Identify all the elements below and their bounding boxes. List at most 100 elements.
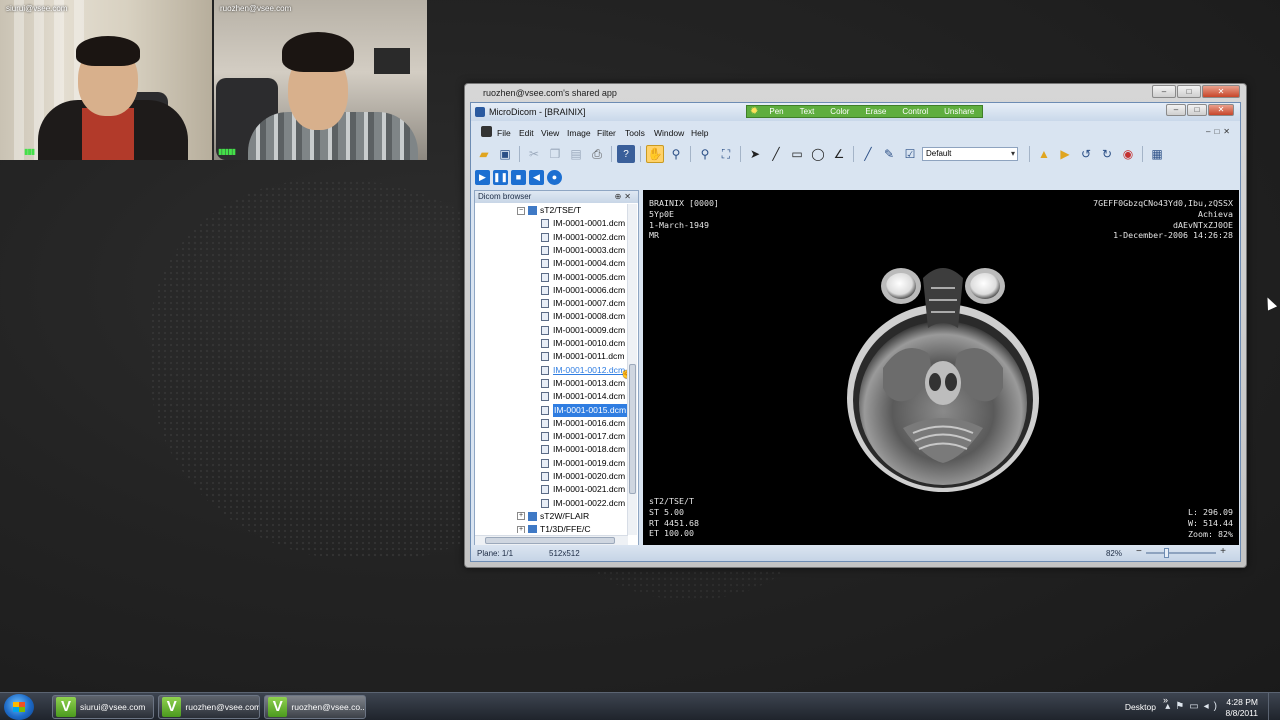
mdi-window-controls[interactable]: –□✕	[1206, 127, 1234, 136]
close-button[interactable]: ✕	[1208, 104, 1234, 116]
line-icon[interactable]: ╱	[767, 145, 785, 163]
save-icon[interactable]: ▣	[496, 145, 514, 163]
show-desktop-button[interactable]	[1268, 693, 1280, 720]
rectangle-icon[interactable]: ▭	[788, 145, 806, 163]
menu-tools[interactable]: Tools	[625, 128, 645, 138]
tree-file-item[interactable]: IM-0001-0011.dcm	[541, 350, 625, 363]
rotate-left-icon[interactable]: ↺	[1077, 145, 1095, 163]
tree-file-item[interactable]: IM-0001-0013.dcm	[541, 377, 625, 390]
tree-file-item[interactable]: IM-0001-0017.dcm	[541, 430, 625, 443]
clock[interactable]: 4:28 PM 8/8/2011	[1226, 697, 1258, 719]
next-icon[interactable]: ●	[547, 169, 562, 185]
zoom-icon[interactable]: ⚲	[667, 145, 685, 163]
zoom-slider[interactable]: − +	[1136, 546, 1226, 558]
taskbar-item-siurui[interactable]: V siurui@vsee.com	[52, 695, 154, 719]
stop-icon[interactable]: ■	[511, 169, 526, 185]
checklist-icon[interactable]: ☑	[901, 145, 919, 163]
tree-file-item[interactable]: IM-0001-0015.dcm	[541, 403, 628, 417]
tree-file-item[interactable]: IM-0001-0019.dcm	[541, 457, 625, 470]
close-button[interactable]: ✕	[1202, 85, 1240, 98]
maximize-button[interactable]: □	[1177, 85, 1201, 98]
panel-controls[interactable]: ⊕✕	[615, 191, 634, 203]
share-pen-button[interactable]: Pen	[761, 106, 791, 117]
ellipse-icon[interactable]: ◯	[809, 145, 827, 163]
share-control-button[interactable]: Control	[894, 106, 936, 117]
pointer-icon[interactable]: ➤	[746, 145, 764, 163]
share-text-button[interactable]: Text	[792, 106, 823, 117]
reset-icon[interactable]: ◉	[1119, 145, 1137, 163]
tree-file-item[interactable]: IM-0001-0014.dcm	[541, 390, 625, 403]
paste-icon[interactable]: ▤	[567, 145, 585, 163]
zoom-area-icon[interactable]: ⚲	[696, 145, 714, 163]
tree-file-item[interactable]: IM-0001-0001.dcm	[541, 217, 625, 230]
shared-app-window[interactable]: ruozhen@vsee.com's shared app – □ ✕ Micr…	[464, 83, 1247, 568]
menu-filter[interactable]: Filter	[597, 128, 616, 138]
play-icon[interactable]: ▶	[475, 169, 490, 185]
layout-icon[interactable]: ▦	[1148, 145, 1166, 163]
microdicom-window[interactable]: MicroDicom - [BRAINIX] ✹ Pen Text Color …	[470, 102, 1241, 562]
tree-file-item[interactable]: IM-0001-0020.dcm	[541, 470, 625, 483]
tree-file-item[interactable]: IM-0001-0003.dcm	[541, 244, 625, 257]
tree-file-item[interactable]: IM-0001-0004.dcm	[541, 257, 625, 270]
menu-help[interactable]: Help	[691, 128, 708, 138]
image-viewer[interactable]: BRAINIX [0000] 5Yp0E 1-March-1949 MR 7GE…	[643, 190, 1239, 546]
video-tile-ruozhen[interactable]: ruozhen@vsee.com ▮▮▮▮▮	[214, 0, 427, 160]
window-preset-select[interactable]: Default	[922, 147, 1018, 161]
tree-file-item[interactable]: IM-0001-0018.dcm	[541, 443, 625, 456]
share-unshare-button[interactable]: Unshare	[936, 106, 982, 117]
help-icon[interactable]: ?	[617, 145, 635, 163]
tree-file-item[interactable]: IM-0001-0005.dcm	[541, 271, 625, 284]
taskbar-item-shared-app[interactable]: V ruozhen@vsee.co...	[264, 695, 366, 719]
taskbar-item-ruozhen[interactable]: V ruozhen@vsee.com	[158, 695, 260, 719]
fit-screen-icon[interactable]: ⛶	[717, 145, 735, 163]
vertical-scrollbar[interactable]	[627, 204, 637, 535]
video-tile-siurui[interactable]: siurui@vsee.com ▮▮▮	[0, 0, 212, 160]
print-icon[interactable]: ⎙	[588, 145, 606, 163]
menu-view[interactable]: View	[541, 128, 559, 138]
minimize-button[interactable]: –	[1152, 85, 1176, 98]
tree-file-item[interactable]: IM-0001-0022.dcm	[541, 497, 625, 510]
zoom-out-icon[interactable]: −	[1136, 546, 1142, 557]
start-button[interactable]	[4, 694, 34, 720]
pencil-icon[interactable]: ✎	[880, 145, 898, 163]
tree-series[interactable]: + sT2W/FLAIR	[517, 510, 589, 523]
maximize-button[interactable]: □	[1187, 104, 1207, 116]
pause-icon[interactable]: ❚❚	[493, 169, 508, 185]
tree-file-item[interactable]: IM-0001-0010.dcm	[541, 337, 625, 350]
angle-icon[interactable]: ∠	[830, 145, 848, 163]
menu-file[interactable]: File	[497, 128, 511, 138]
menu-window[interactable]: Window	[654, 128, 684, 138]
tree-file-item[interactable]: IM-0001-0021.dcm	[541, 483, 625, 496]
cut-icon[interactable]: ✂	[525, 145, 543, 163]
gear-icon[interactable]: ✹	[747, 106, 761, 117]
tree-file-item[interactable]: IM-0001-0007.dcm	[541, 297, 625, 310]
tree-file-item[interactable]: IM-0001-0002.dcm	[541, 231, 625, 244]
brightness-icon[interactable]: ╱	[859, 145, 877, 163]
tray-icons[interactable]: ▴⚑▭◂)	[1165, 701, 1222, 712]
rotate-right-icon[interactable]: ↻	[1098, 145, 1116, 163]
copy-icon[interactable]: ❐	[546, 145, 564, 163]
share-erase-button[interactable]: Erase	[857, 106, 894, 117]
warning-icon[interactable]: ▲	[1035, 145, 1053, 163]
tree-file-item[interactable]: IM-0001-0012.dcm	[541, 364, 625, 377]
previous-icon[interactable]: ◀	[529, 169, 544, 185]
tree-file-item[interactable]: IM-0001-0006.dcm	[541, 284, 625, 297]
expand-icon[interactable]: +	[517, 525, 525, 533]
collapse-icon[interactable]: −	[517, 206, 525, 215]
share-color-button[interactable]: Color	[822, 106, 857, 117]
zoom-in-icon[interactable]: +	[1220, 546, 1226, 557]
menu-edit[interactable]: Edit	[519, 128, 534, 138]
tree-series[interactable]: + T1/3D/FFE/C	[517, 523, 591, 533]
tree-file-item[interactable]: IM-0001-0008.dcm	[541, 310, 625, 323]
play-icon[interactable]: ▶	[1056, 145, 1074, 163]
pan-hand-icon[interactable]: ✋	[646, 145, 664, 163]
tree-file-item[interactable]: IM-0001-0016.dcm	[541, 417, 625, 430]
open-folder-icon[interactable]: ▰	[475, 145, 493, 163]
expand-icon[interactable]: +	[517, 512, 525, 521]
desktop-toolbar[interactable]: Desktop	[1125, 702, 1156, 712]
menu-image[interactable]: Image	[567, 128, 591, 138]
tree-series[interactable]: − sT2/TSE/T	[517, 204, 581, 217]
minimize-button[interactable]: –	[1166, 104, 1186, 116]
horizontal-scrollbar[interactable]	[475, 535, 628, 545]
tree-file-item[interactable]: IM-0001-0009.dcm	[541, 324, 625, 337]
